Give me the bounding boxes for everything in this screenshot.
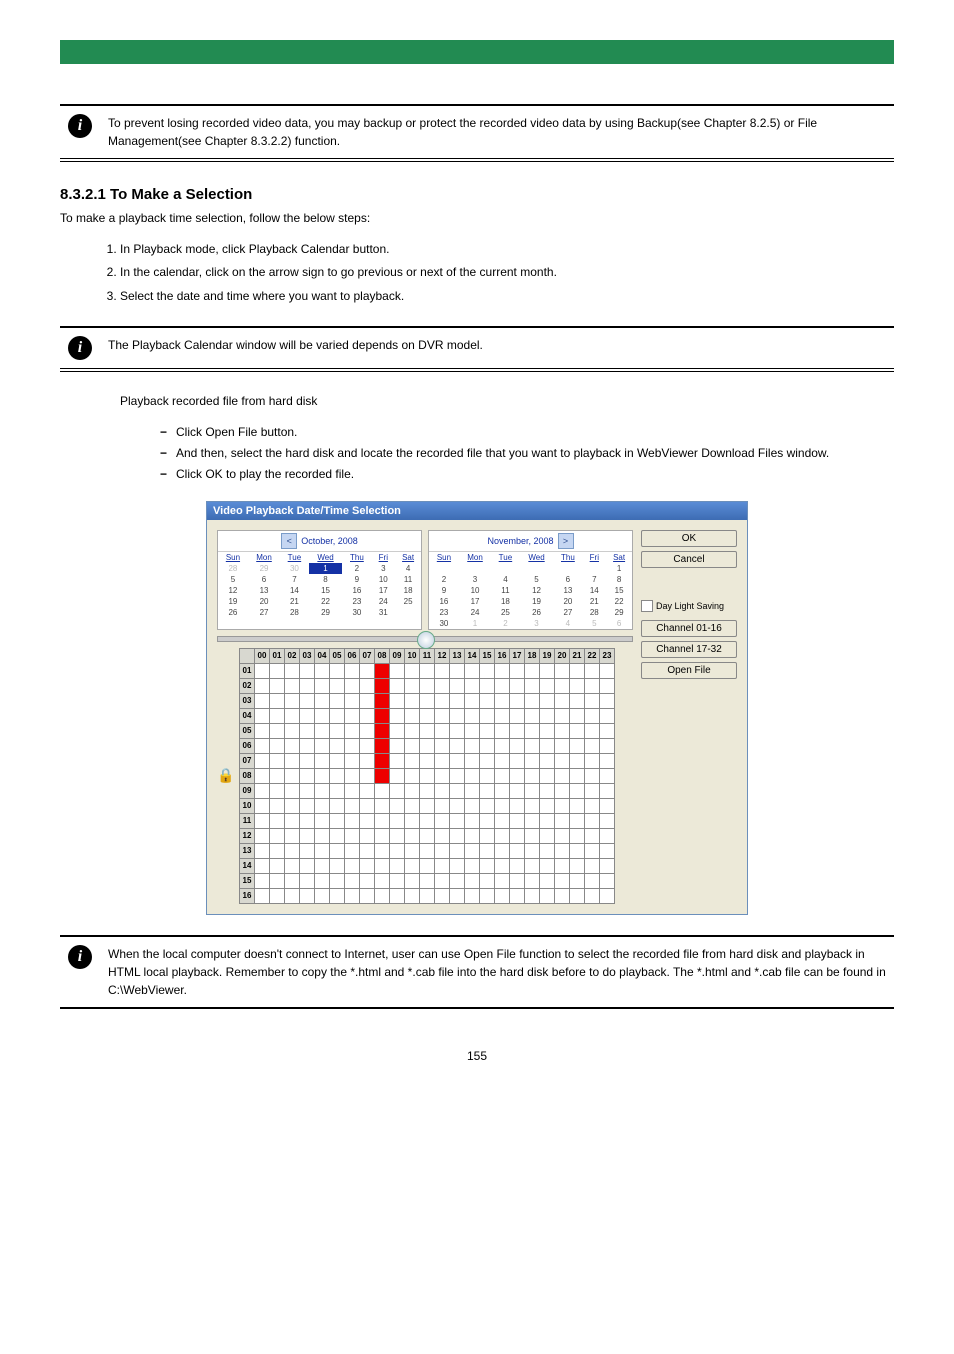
time-slider[interactable] — [217, 636, 633, 642]
cancel-button[interactable]: Cancel — [641, 551, 737, 568]
lock-icon: 🔒 — [217, 767, 239, 784]
daylight-saving-checkbox[interactable]: Day Light Saving — [641, 600, 737, 612]
info-note-3: i When the local computer doesn't connec… — [60, 935, 894, 1009]
info-text-2: The Playback Calendar window will be var… — [100, 336, 894, 354]
daylight-label: Day Light Saving — [656, 601, 724, 611]
section-text-2: Playback recorded file from hard disk — [60, 392, 894, 411]
prev-month-button[interactable]: < — [281, 533, 297, 549]
step-item: In Playback mode, click Playback Calenda… — [120, 240, 894, 259]
channel-17-32-button[interactable]: Channel 17-32 — [641, 641, 737, 658]
slider-thumb[interactable] — [417, 631, 435, 649]
info-icon: i — [68, 114, 92, 138]
open-file-button[interactable]: Open File — [641, 662, 737, 679]
bullet-item: Click OK to play the recorded file. — [160, 465, 894, 484]
info-icon-wrap: i — [60, 945, 100, 969]
info-text-1: To prevent losing recorded video data, y… — [100, 114, 894, 150]
calendar-header-right: November, 2008 > — [429, 531, 632, 552]
step-item: Select the date and time where you want … — [120, 287, 894, 306]
calendar-header-left: < October, 2008 — [218, 531, 421, 552]
section-text-1: To make a playback time selection, follo… — [60, 209, 894, 228]
info-icon: i — [68, 945, 92, 969]
step-item: In the calendar, click on the arrow sign… — [120, 263, 894, 282]
calendar-right[interactable]: November, 2008 > SunMonTueWedThuFriSat12… — [428, 530, 633, 630]
calendar-left[interactable]: < October, 2008 SunMonTueWedThuFriSat282… — [217, 530, 422, 630]
header-bar — [60, 40, 894, 64]
info-note-2: i The Playback Calendar window will be v… — [60, 326, 894, 372]
section-heading-1: 8.3.2.1 To Make a Selection — [60, 186, 894, 203]
hour-channel-grid[interactable]: 0001020304050607080910111213141516171819… — [239, 648, 615, 904]
info-icon: i — [68, 336, 92, 360]
month-label: November, 2008 — [487, 536, 553, 546]
playback-dialog: Video Playback Date/Time Selection < Oct… — [206, 501, 748, 915]
dialog-title: Video Playback Date/Time Selection — [207, 502, 747, 520]
numbered-steps: In Playback mode, click Playback Calenda… — [60, 240, 894, 306]
screenshot: Video Playback Date/Time Selection < Oct… — [60, 501, 894, 915]
bullet-item: And then, select the hard disk and locat… — [160, 444, 894, 463]
page-number: 155 — [60, 1049, 894, 1063]
next-month-button[interactable]: > — [558, 533, 574, 549]
info-icon-wrap: i — [60, 114, 100, 138]
bullet-item: Click Open File button. — [160, 423, 894, 442]
info-text-3: When the local computer doesn't connect … — [100, 945, 894, 999]
month-label: October, 2008 — [301, 536, 358, 546]
channel-1-16-button[interactable]: Channel 01-16 — [641, 620, 737, 637]
info-icon-wrap: i — [60, 336, 100, 360]
info-note-1: i To prevent losing recorded video data,… — [60, 104, 894, 162]
bullet-list: Click Open File button. And then, select… — [60, 423, 894, 485]
ok-button[interactable]: OK — [641, 530, 737, 547]
